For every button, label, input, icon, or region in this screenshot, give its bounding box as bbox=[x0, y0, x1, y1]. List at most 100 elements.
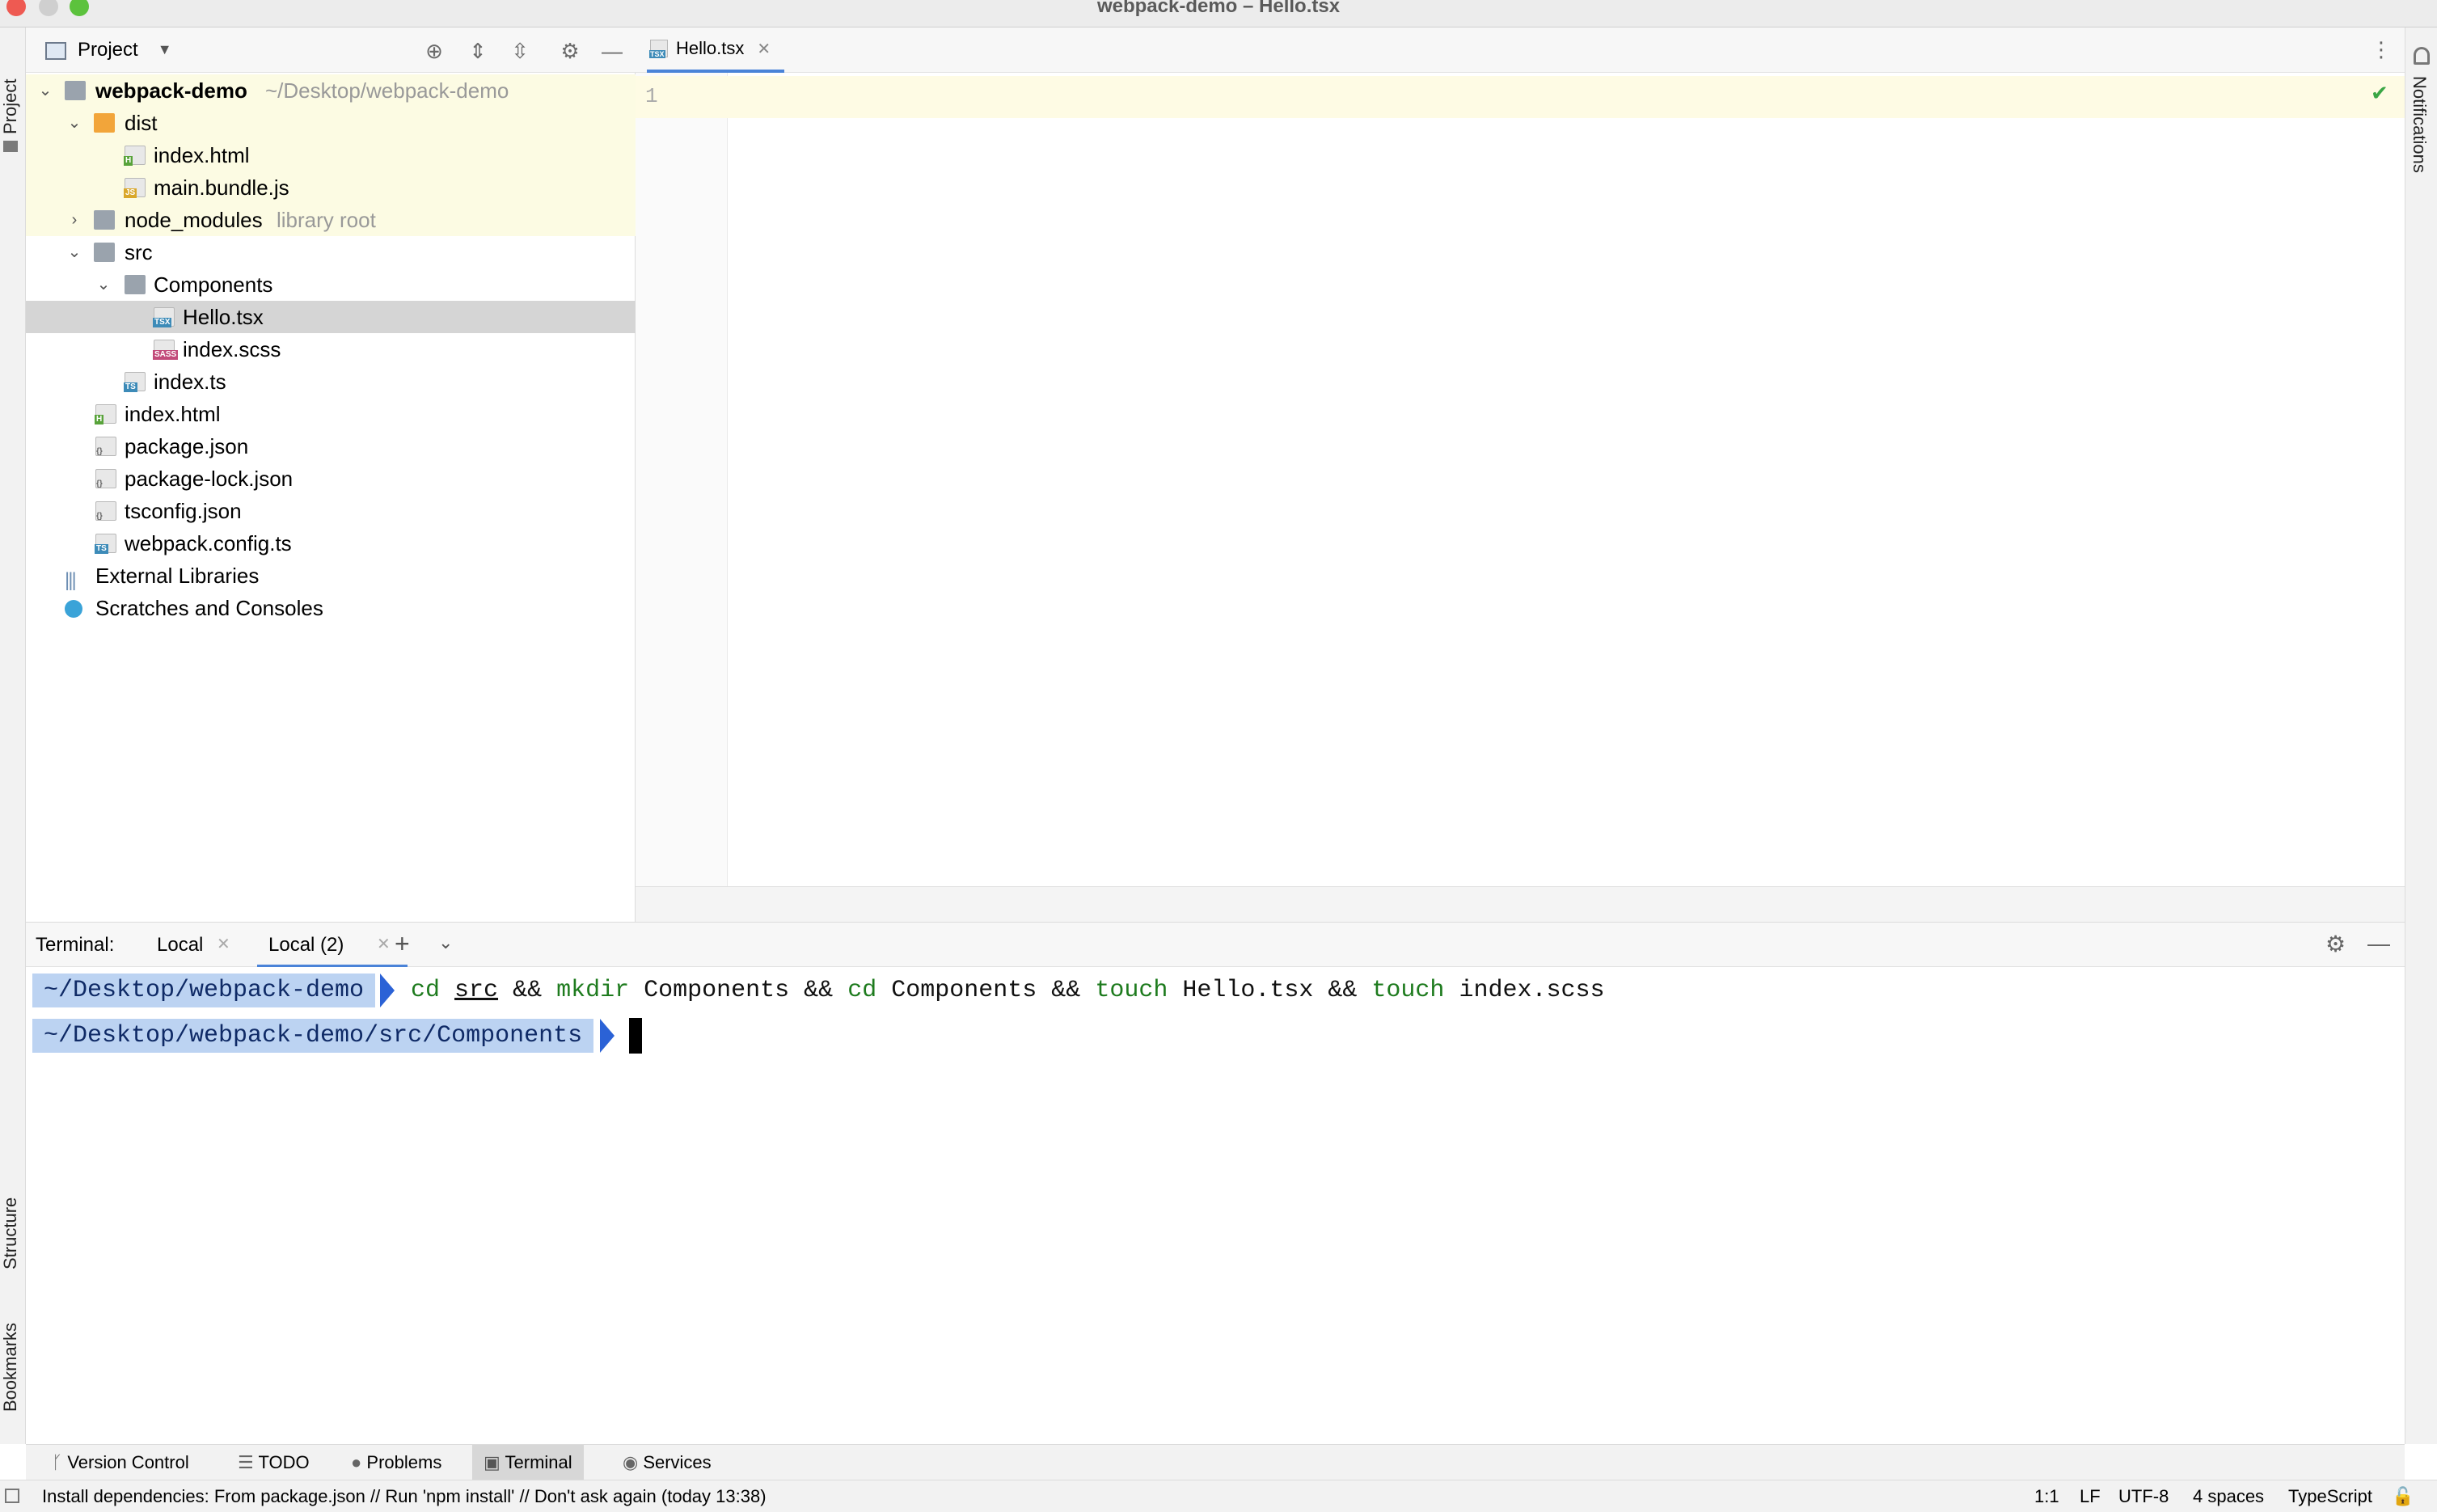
code-editor[interactable] bbox=[728, 73, 2405, 886]
tree-item-label: webpack.config.ts bbox=[125, 531, 292, 555]
tree-item-node-modules[interactable]: › node_modules library root bbox=[26, 204, 636, 236]
collapse-all-icon[interactable]: ⇳ bbox=[508, 39, 532, 63]
tree-item-components[interactable]: ⌄ Components bbox=[26, 268, 636, 301]
tool-window-services[interactable]: ◉ Services bbox=[611, 1445, 723, 1480]
json-file-icon: {} bbox=[95, 437, 116, 456]
chevron-right-icon[interactable]: › bbox=[65, 204, 84, 236]
terminal-cursor bbox=[629, 1018, 642, 1054]
terminal-command: cd src && mkdir Components && cd Compone… bbox=[411, 977, 1605, 1004]
tree-item-label: External Libraries bbox=[95, 564, 260, 588]
tree-item-note: library root bbox=[277, 208, 376, 232]
line-number: 1 bbox=[645, 84, 658, 108]
prompt-arrow-icon bbox=[600, 1019, 615, 1053]
chevron-down-icon[interactable]: ⌄ bbox=[438, 932, 453, 953]
right-tool-strip: Notifications bbox=[2405, 27, 2437, 1444]
expand-all-icon[interactable]: ⇕ bbox=[466, 39, 490, 63]
project-folder-icon bbox=[3, 141, 18, 152]
structure-side-tab[interactable]: Structure bbox=[0, 1197, 21, 1269]
lock-icon[interactable]: 🔓 bbox=[2392, 1480, 2414, 1512]
tree-item-label: index.html bbox=[154, 143, 250, 167]
list-icon: ☰ bbox=[238, 1452, 259, 1472]
json-file-icon: {} bbox=[95, 501, 116, 521]
tree-item-package-lock-json[interactable]: {} package-lock.json bbox=[26, 462, 636, 495]
tool-window-todo[interactable]: ☰ TODO bbox=[226, 1445, 321, 1480]
terminal-label: Terminal: bbox=[36, 934, 115, 956]
tab-label: Local bbox=[157, 934, 204, 956]
left-tool-strip: Project Structure Bookmarks bbox=[0, 27, 26, 1444]
new-tab-icon[interactable]: + bbox=[395, 929, 410, 959]
tree-item-dist-index-html[interactable]: H index.html bbox=[26, 139, 636, 171]
ts-file-icon: TS bbox=[124, 372, 146, 392]
layout-toggle-icon[interactable] bbox=[5, 1489, 19, 1503]
tree-item-src[interactable]: ⌄ src bbox=[26, 236, 636, 268]
indent-setting[interactable]: 4 spaces bbox=[2193, 1480, 2264, 1512]
project-tree: ⌄ webpack-demo ~/Desktop/webpack-demo ⌄ … bbox=[26, 73, 636, 922]
more-options-icon[interactable]: ⋮ bbox=[2371, 37, 2392, 61]
terminal-header: Terminal: Local ✕ Local (2) ✕ + ⌄ ⚙ — bbox=[26, 922, 2405, 968]
gear-icon[interactable]: ⚙ bbox=[2325, 931, 2346, 957]
locate-file-icon[interactable]: ⊕ bbox=[422, 39, 446, 63]
chevron-down-icon[interactable]: ⌄ bbox=[65, 107, 84, 139]
terminal-tab-local-2[interactable]: Local (2) ✕ bbox=[257, 923, 408, 968]
html-file-icon: H bbox=[95, 404, 116, 424]
tree-item-dist[interactable]: ⌄ dist bbox=[26, 107, 636, 139]
terminal-icon: ▣ bbox=[484, 1452, 505, 1472]
close-tab-icon[interactable]: ✕ bbox=[217, 934, 230, 954]
gear-icon[interactable]: ⚙ bbox=[558, 39, 582, 63]
tool-window-problems[interactable]: ● Problems bbox=[340, 1445, 453, 1480]
tree-item-index-ts[interactable]: TS index.ts bbox=[26, 365, 636, 398]
tree-item-main-bundle-js[interactable]: JS main.bundle.js bbox=[26, 171, 636, 204]
prompt-arrow-icon bbox=[380, 974, 395, 1007]
chevron-down-icon[interactable]: ⌄ bbox=[65, 236, 84, 268]
tree-item-label: node_modules bbox=[125, 208, 263, 232]
terminal-output[interactable]: ~/Desktop/webpack-demo cd src && mkdir C… bbox=[26, 967, 2405, 1444]
bookmarks-side-tab[interactable]: Bookmarks bbox=[0, 1323, 21, 1412]
tree-item-index-scss[interactable]: SASS index.scss bbox=[26, 333, 636, 365]
project-view-selector[interactable]: Project bbox=[78, 39, 138, 61]
tool-window-terminal[interactable]: ▣ Terminal bbox=[472, 1445, 584, 1480]
tree-item-tsconfig-json[interactable]: {} tsconfig.json bbox=[26, 495, 636, 527]
caret-position[interactable]: 1:1 bbox=[2034, 1480, 2059, 1512]
chevron-down-icon[interactable]: ⌄ bbox=[36, 74, 55, 107]
hide-panel-icon[interactable]: — bbox=[600, 39, 624, 63]
file-encoding[interactable]: UTF-8 bbox=[2118, 1480, 2169, 1512]
tsx-file-icon: TSX bbox=[153, 307, 175, 327]
chevron-down-icon[interactable]: ▼ bbox=[158, 41, 172, 58]
tree-item-webpack-demo[interactable]: ⌄ webpack-demo ~/Desktop/webpack-demo bbox=[26, 74, 636, 107]
close-tab-icon[interactable]: ✕ bbox=[377, 934, 391, 954]
language-mode[interactable]: TypeScript bbox=[2288, 1480, 2372, 1512]
tree-item-label: Hello.tsx bbox=[183, 305, 264, 329]
close-tab-icon[interactable]: ✕ bbox=[757, 39, 771, 59]
project-side-tab[interactable]: Project bbox=[0, 79, 21, 134]
editor-gutter bbox=[636, 73, 728, 886]
tree-item-external-libraries[interactable]: ||| External Libraries bbox=[26, 560, 636, 592]
tree-item-label: dist bbox=[125, 111, 158, 135]
notifications-side-tab[interactable]: Notifications bbox=[2409, 76, 2430, 173]
chevron-down-icon[interactable]: ⌄ bbox=[94, 268, 113, 301]
tree-item-webpack-config-ts[interactable]: TS webpack.config.ts bbox=[26, 527, 636, 560]
tree-item-index-html[interactable]: H index.html bbox=[26, 398, 636, 430]
folder-icon bbox=[125, 275, 146, 294]
services-icon: ◉ bbox=[623, 1452, 644, 1472]
tree-item-package-json[interactable]: {} package.json bbox=[26, 430, 636, 462]
tsx-file-icon: TSX bbox=[649, 40, 668, 58]
notifications-bell-icon[interactable] bbox=[2414, 47, 2430, 65]
tree-item-label: main.bundle.js bbox=[154, 175, 289, 200]
status-message[interactable]: Install dependencies: From package.json … bbox=[42, 1480, 767, 1512]
tree-item-scratches[interactable]: Scratches and Consoles bbox=[26, 592, 636, 624]
ts-file-icon: TS bbox=[95, 534, 116, 554]
hide-panel-icon[interactable]: — bbox=[2367, 931, 2390, 957]
horizontal-scrollbar[interactable] bbox=[636, 886, 2405, 922]
check-icon: ✔ bbox=[2371, 81, 2388, 105]
tool-window-version-control[interactable]: ᚴ Version Control bbox=[40, 1445, 201, 1480]
tab-hello-tsx[interactable]: TSX Hello.tsx ✕ bbox=[647, 27, 784, 73]
line-separator[interactable]: LF bbox=[2080, 1480, 2101, 1512]
tree-item-label: Components bbox=[154, 272, 273, 297]
editor-tab-bar: TSX Hello.tsx ✕ ⋮ bbox=[636, 27, 2405, 73]
terminal-tab-local[interactable]: Local ✕ bbox=[147, 923, 238, 968]
tree-item-hello-tsx[interactable]: TSX Hello.tsx bbox=[26, 301, 636, 333]
branch-icon: ᚴ bbox=[52, 1452, 68, 1472]
tree-item-label: index.html bbox=[125, 402, 221, 426]
tool-window-bar: ᚴ Version Control ☰ TODO ● Problems ▣ Te… bbox=[26, 1444, 2405, 1480]
folder-icon bbox=[65, 81, 86, 100]
